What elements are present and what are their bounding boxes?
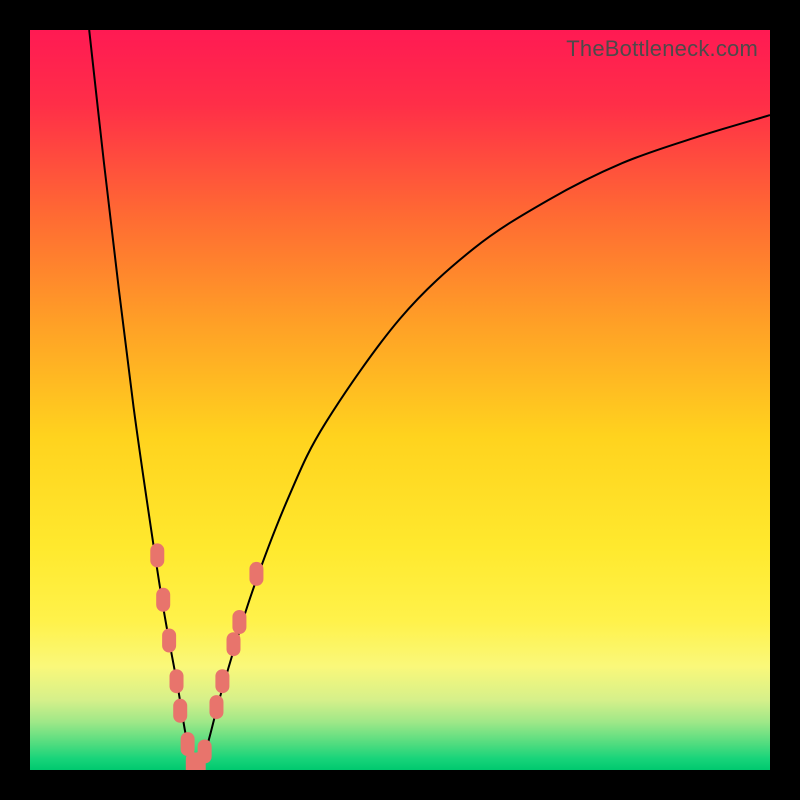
gradient-background [30, 30, 770, 770]
watermark-text: TheBottleneck.com [566, 36, 758, 62]
curve-marker [227, 632, 241, 656]
curve-marker [173, 699, 187, 723]
curve-marker [156, 588, 170, 612]
curve-marker [198, 740, 212, 764]
curve-marker [249, 562, 263, 586]
chart-svg [30, 30, 770, 770]
curve-marker [170, 669, 184, 693]
curve-marker [209, 695, 223, 719]
curve-marker [232, 610, 246, 634]
curve-marker [215, 669, 229, 693]
plot-area: TheBottleneck.com [30, 30, 770, 770]
curve-marker [162, 629, 176, 653]
curve-marker [150, 543, 164, 567]
chart-frame: TheBottleneck.com [0, 0, 800, 800]
